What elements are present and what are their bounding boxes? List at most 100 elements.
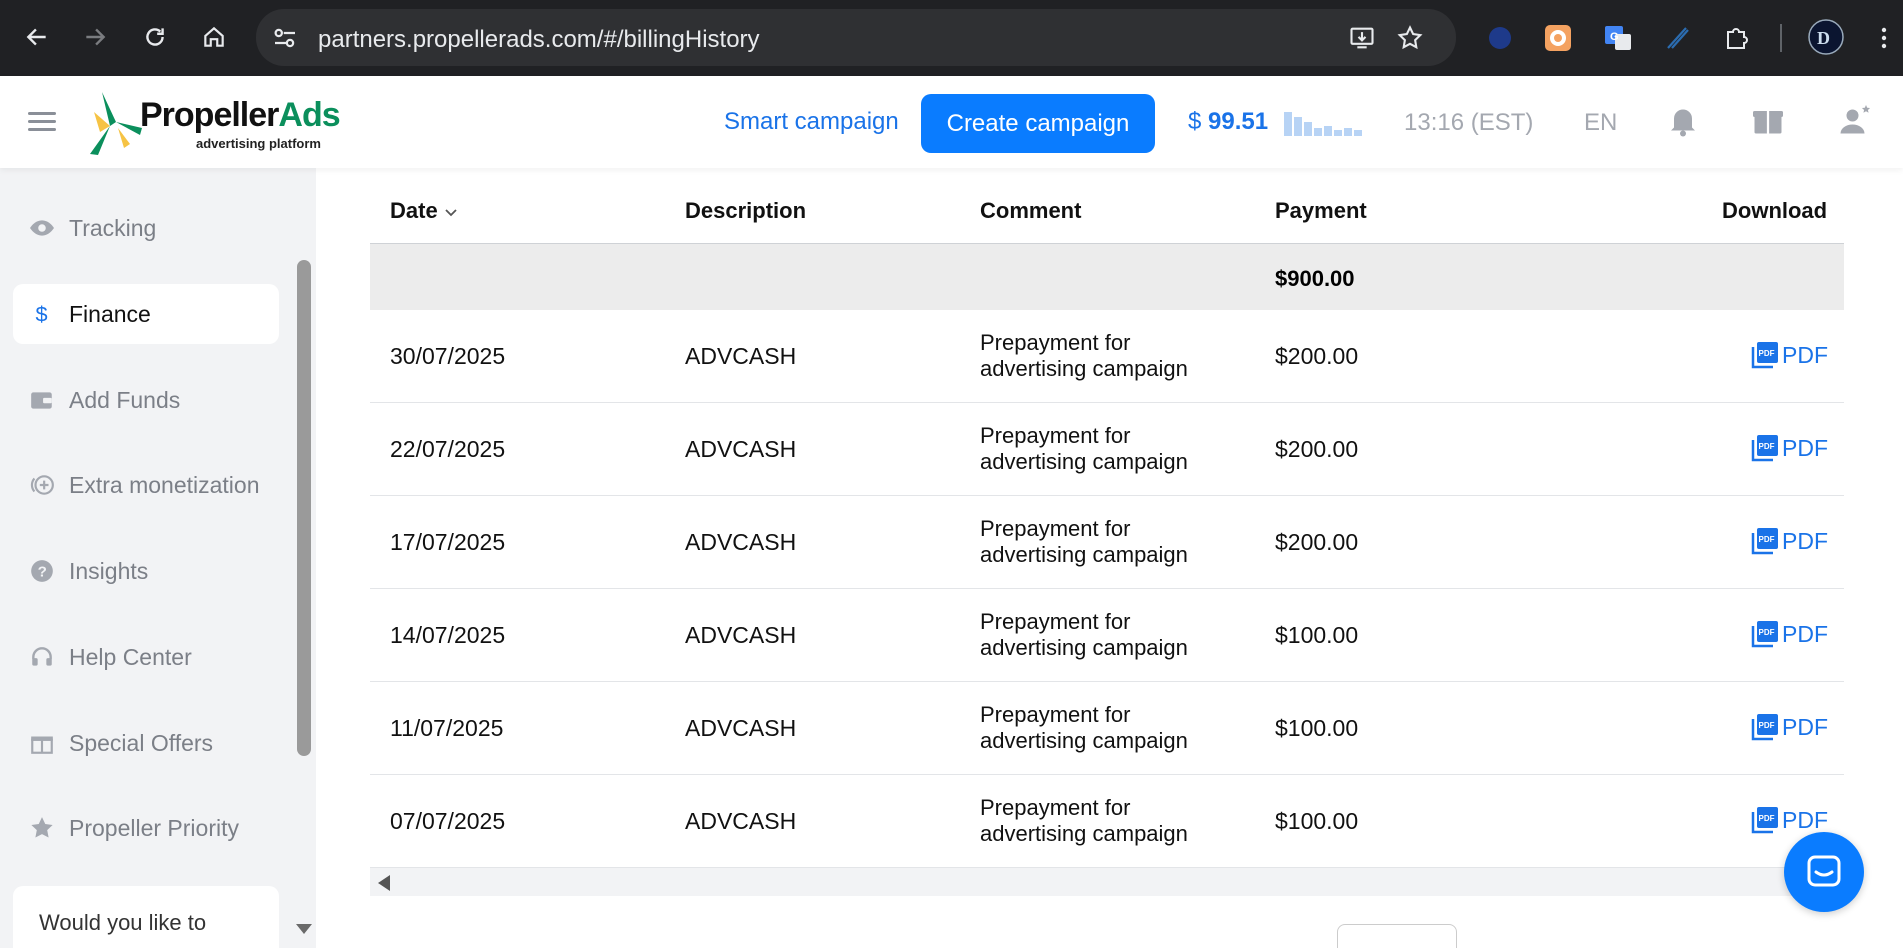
menu-icon[interactable]: [28, 112, 56, 132]
sidebar-item-label: Tracking: [69, 214, 157, 241]
chevron-down-icon: [445, 209, 457, 217]
pdf-file-icon: PDF: [1751, 807, 1778, 834]
account-balance[interactable]: $ 99.51: [1188, 108, 1268, 136]
bookmark-star-icon[interactable]: [1396, 24, 1424, 52]
pdf-download-link[interactable]: PDF PDF: [1750, 619, 1828, 649]
extension-pen-icon[interactable]: [1662, 22, 1694, 54]
row-date: 17/07/2025: [390, 529, 506, 555]
arrow-right-icon: [86, 28, 106, 46]
arrow-left-icon: [26, 28, 46, 46]
sidebar-scrollbar-thumb[interactable]: [297, 260, 311, 756]
sidebar-item-insights[interactable]: ? Insights: [13, 541, 279, 601]
pdf-download-link[interactable]: PDF PDF: [1750, 712, 1828, 742]
promo-text: Would you like to: [39, 910, 207, 935]
row-date: 07/07/2025: [390, 808, 506, 834]
sidebar-item-label: Propeller Priority: [69, 814, 239, 841]
sidebar-item-tracking[interactable]: Tracking: [13, 198, 279, 258]
logo-tagline: advertising platform: [196, 136, 321, 151]
pagination-control[interactable]: [1337, 924, 1457, 948]
pdf-download-link[interactable]: PDF PDF: [1750, 433, 1828, 463]
bell-icon[interactable]: [1665, 102, 1701, 138]
row-date: 22/07/2025: [390, 436, 506, 462]
browser-menu-icon[interactable]: [1868, 22, 1900, 54]
svg-text:D: D: [1817, 28, 1830, 48]
eye-icon: [29, 215, 55, 241]
table-row: 14/07/2025 ADVCASH Prepayment for adverti…: [370, 589, 1844, 682]
browser-toolbar: partners.propellerads.com/#/billingHisto…: [0, 0, 1903, 76]
sidebar-item-label: Special Offers: [69, 729, 214, 756]
row-description: ADVCASH: [685, 715, 797, 741]
extension-translate-icon[interactable]: G: [1602, 22, 1634, 54]
pdf-download-link[interactable]: PDF PDF: [1750, 526, 1828, 556]
propellerads-logo[interactable]: PropellerAds advertising platform: [84, 88, 341, 158]
sidebar-item-extra-monetization[interactable]: Extra monetization: [13, 455, 279, 515]
site-settings-icon[interactable]: [270, 23, 300, 53]
pdf-download-link[interactable]: PDF PDF: [1750, 805, 1828, 835]
sidebar-item-finance[interactable]: $ Finance: [13, 284, 279, 344]
row-comment: Prepayment for advertising campaign: [980, 423, 1188, 474]
table-horizontal-scrollbar[interactable]: [370, 868, 1844, 896]
column-description: Description: [685, 198, 807, 223]
svg-text:?: ?: [38, 563, 47, 580]
smart-campaign-link[interactable]: Smart campaign: [724, 108, 899, 136]
gift-icon[interactable]: [1750, 102, 1786, 138]
forward-button[interactable]: [76, 18, 114, 56]
scroll-down-arrow-icon[interactable]: [296, 924, 312, 934]
profile-avatar-icon[interactable]: D: [1808, 19, 1844, 55]
table-row: 07/07/2025 ADVCASH Prepayment for adverti…: [370, 775, 1844, 868]
pdf-file-icon: PDF: [1751, 621, 1778, 648]
extension-orange-icon[interactable]: [1542, 22, 1574, 54]
dollar-icon: $: [29, 301, 55, 327]
sidebar-item-help-center[interactable]: Help Center: [13, 627, 279, 687]
row-date: 14/07/2025: [390, 622, 506, 648]
chat-support-button[interactable]: [1784, 832, 1864, 912]
home-button[interactable]: [195, 18, 233, 56]
svg-text:G: G: [1610, 31, 1619, 43]
gift-box-icon: [29, 730, 55, 756]
row-payment: $200.00: [1275, 436, 1359, 462]
pdf-download-link[interactable]: PDF PDF: [1750, 340, 1828, 370]
scroll-left-arrow-icon[interactable]: [378, 875, 390, 891]
user-profile-icon[interactable]: [1836, 102, 1872, 138]
row-comment: Prepayment for advertising campaign: [980, 516, 1188, 567]
address-bar[interactable]: partners.propellerads.com/#/billingHisto…: [256, 9, 1456, 66]
extensions-puzzle-icon[interactable]: [1720, 22, 1752, 54]
promo-card[interactable]: Would you like to: [13, 886, 279, 948]
pdf-file-icon: PDF: [1751, 435, 1778, 462]
sidebar-item-label: Add Funds: [69, 386, 181, 413]
row-payment: $100.00: [1275, 808, 1359, 834]
svg-text:PDF: PDF: [1759, 814, 1775, 823]
star-icon: [29, 815, 55, 841]
row-comment: Prepayment for advertising campaign: [980, 330, 1188, 381]
back-button[interactable]: [18, 18, 56, 56]
svg-text:PDF: PDF: [1759, 442, 1775, 451]
pdf-file-icon: PDF: [1751, 528, 1778, 555]
coin-plus-icon: [29, 472, 55, 498]
create-campaign-button[interactable]: Create campaign: [921, 94, 1155, 153]
extension-dark-reader-icon[interactable]: [1484, 22, 1516, 54]
install-app-icon[interactable]: [1348, 24, 1376, 52]
row-description: ADVCASH: [685, 436, 797, 462]
row-date: 11/07/2025: [390, 715, 504, 741]
payment-total: $900.00: [1275, 266, 1355, 291]
row-comment: Prepayment for advertising campaign: [980, 609, 1188, 660]
row-comment: Prepayment for advertising campaign: [980, 795, 1188, 846]
question-icon: ?: [29, 558, 55, 584]
svg-text:PDF: PDF: [1759, 721, 1775, 730]
pdf-file-icon: PDF: [1751, 714, 1778, 741]
column-date[interactable]: Date: [390, 198, 458, 224]
sidebar-item-label: Extra monetization: [69, 471, 260, 498]
reload-icon: [146, 28, 164, 46]
sidebar-item-special-offers[interactable]: Special Offers: [13, 713, 279, 773]
total-row: $900.00: [370, 244, 1844, 310]
language-selector[interactable]: EN: [1584, 109, 1617, 137]
row-comment: Prepayment for advertising campaign: [980, 702, 1188, 753]
row-payment: $200.00: [1275, 343, 1359, 369]
reload-button[interactable]: [136, 18, 174, 56]
sidebar-item-label: Insights: [69, 557, 149, 584]
table-row: 22/07/2025 ADVCASH Prepayment for adverti…: [370, 403, 1844, 496]
sidebar-item-propeller-priority[interactable]: Propeller Priority: [13, 798, 279, 858]
headset-icon: [29, 644, 55, 670]
sidebar-item-add-funds[interactable]: Add Funds: [13, 370, 279, 430]
url-text[interactable]: partners.propellerads.com/#/billingHisto…: [318, 26, 760, 54]
